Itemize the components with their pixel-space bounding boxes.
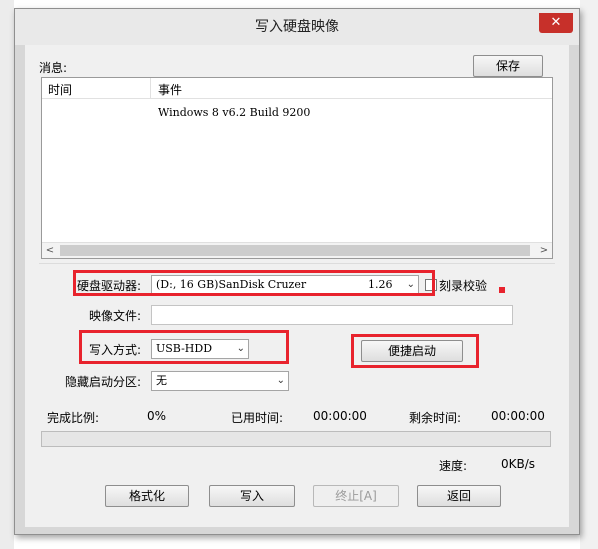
remaining-label: 剩余时间: bbox=[409, 411, 462, 425]
back-button[interactable]: 返回 bbox=[417, 485, 501, 507]
list-item[interactable]: Windows 8 v6.2 Build 9200 bbox=[158, 106, 310, 119]
image-file-input[interactable] bbox=[151, 305, 513, 325]
hidden-partition-label: 隐藏启动分区: bbox=[65, 375, 142, 389]
highlight-box-write-mode bbox=[79, 330, 289, 364]
dialog-client-area: 消息: 保存 时间 事件 Windows 8 v6.2 Build 9200 <… bbox=[25, 45, 569, 527]
elapsed-value: 00:00:00 bbox=[313, 409, 367, 423]
abort-button[interactable]: 终止[A] bbox=[313, 485, 399, 507]
divider bbox=[39, 263, 555, 264]
speed-label: 速度: bbox=[439, 459, 468, 473]
speed-value: 0KB/s bbox=[501, 457, 536, 471]
remaining-value: 00:00:00 bbox=[491, 409, 545, 423]
scrollbar-thumb[interactable] bbox=[60, 245, 530, 256]
verify-label: 刻录校验 bbox=[439, 279, 488, 293]
complete-label: 完成比例: bbox=[47, 411, 100, 425]
format-button[interactable]: 格式化 bbox=[105, 485, 189, 507]
hidden-partition-value: 无 bbox=[156, 374, 167, 387]
list-header: 时间 事件 bbox=[42, 78, 552, 99]
close-button[interactable]: ✕ bbox=[539, 13, 573, 33]
save-button[interactable]: 保存 bbox=[473, 55, 543, 77]
write-disk-image-dialog: 写入硬盘映像 ✕ 消息: 保存 时间 事件 Windows 8 v6.2 Bui… bbox=[14, 8, 580, 535]
complete-value: 0% bbox=[147, 409, 167, 423]
chevron-down-icon: ⌄ bbox=[276, 375, 285, 386]
column-header-event[interactable]: 事件 bbox=[158, 81, 182, 98]
message-list[interactable]: 时间 事件 Windows 8 v6.2 Build 9200 < > bbox=[41, 77, 553, 259]
elapsed-label: 已用时间: bbox=[231, 411, 284, 425]
title-bar[interactable]: 写入硬盘映像 ✕ bbox=[15, 9, 579, 45]
column-header-time[interactable]: 时间 bbox=[48, 81, 72, 98]
hidden-partition-select[interactable]: 无 ⌄ bbox=[151, 371, 289, 391]
horizontal-scrollbar[interactable]: < > bbox=[42, 242, 552, 258]
close-icon: ✕ bbox=[550, 15, 562, 30]
progress-bar bbox=[41, 431, 551, 447]
background-app-edge-right bbox=[580, 0, 598, 549]
write-button[interactable]: 写入 bbox=[209, 485, 295, 507]
red-marker bbox=[499, 287, 505, 293]
window-title: 写入硬盘映像 bbox=[255, 19, 339, 35]
highlight-box-drive bbox=[73, 270, 435, 296]
scroll-right-icon[interactable]: > bbox=[536, 243, 552, 258]
highlight-box-quick-boot bbox=[351, 334, 479, 368]
background-app-edge-left bbox=[0, 0, 14, 549]
scroll-left-icon[interactable]: < bbox=[42, 243, 58, 258]
column-divider[interactable] bbox=[150, 78, 151, 98]
messages-label: 消息: bbox=[39, 61, 68, 75]
image-file-label: 映像文件: bbox=[89, 309, 142, 323]
